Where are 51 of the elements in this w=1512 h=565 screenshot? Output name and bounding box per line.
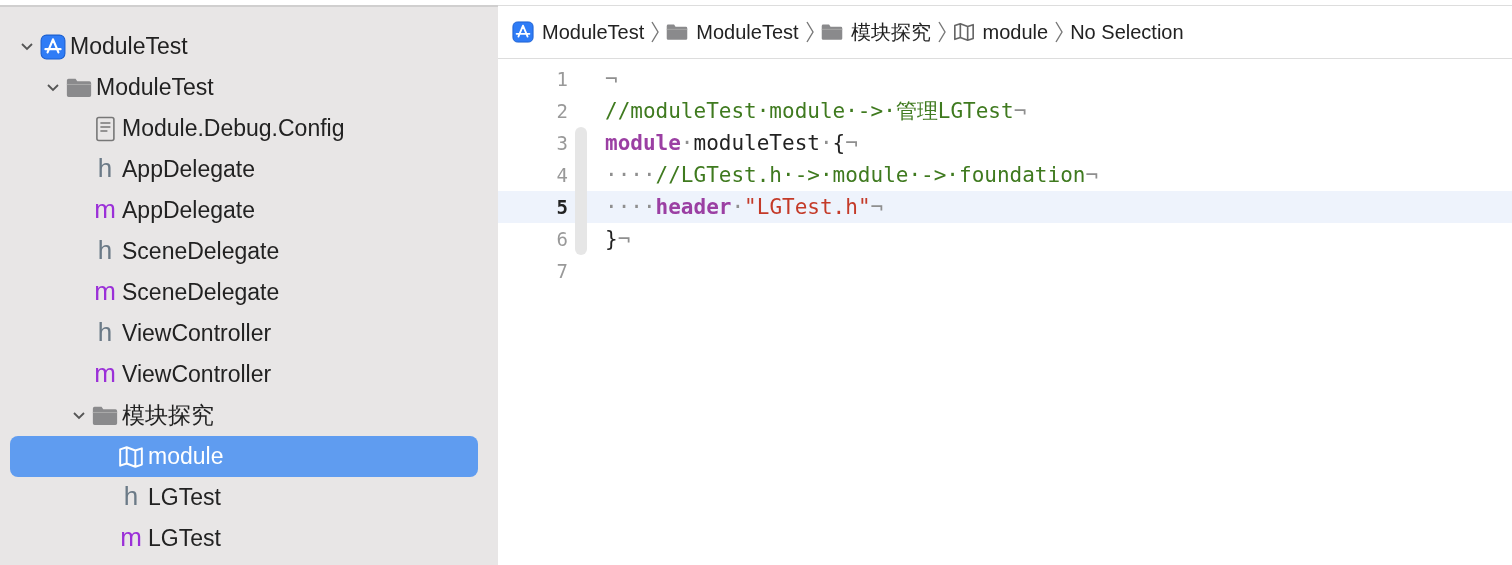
- line-number: 4: [555, 164, 568, 186]
- line-number: 3: [555, 132, 568, 154]
- navigator-row[interactable]: h AppDelegate: [10, 149, 478, 190]
- breadcrumb-separator-icon: [936, 21, 947, 43]
- header-file-icon: h: [97, 154, 113, 181]
- code-line: }¬: [605, 227, 631, 251]
- folder-icon: [66, 77, 92, 98]
- breadcrumb-item[interactable]: ModuleTest: [696, 20, 799, 44]
- header-file-icon: h: [97, 318, 113, 345]
- breadcrumb-separator-icon: [650, 21, 661, 43]
- navigator-row[interactable]: m AppDelegate: [10, 190, 478, 231]
- navigator-row[interactable]: m SceneDelegate: [10, 272, 478, 313]
- navigator-row[interactable]: h SceneDelegate: [10, 231, 478, 272]
- breadcrumb-item[interactable]: module: [982, 20, 1049, 44]
- breadcrumb-separator-icon: [1054, 21, 1065, 43]
- line-number: 6: [555, 228, 568, 250]
- line-number: 1: [555, 68, 568, 90]
- folder-icon: [92, 405, 118, 426]
- code-line: //moduleTest·module·->·管理LGTest¬: [605, 98, 1027, 125]
- navigator-row[interactable]: h ViewController: [10, 313, 478, 354]
- header-file-icon: h: [97, 236, 113, 263]
- breadcrumb-item[interactable]: ModuleTest: [542, 20, 645, 44]
- source-file-icon: m: [94, 277, 116, 304]
- map-icon: [118, 443, 144, 470]
- breadcrumb-item[interactable]: 模块探究: [850, 18, 931, 46]
- source-file-icon: m: [94, 195, 116, 222]
- code-line: ····header·"LGTest.h"¬: [605, 195, 884, 219]
- line-number: 7: [555, 260, 568, 282]
- navigator-row[interactable]: 模块探究: [10, 395, 478, 436]
- navigator-row[interactable]: m LGTest: [10, 518, 478, 559]
- document-icon: [94, 115, 116, 142]
- breadcrumb-separator-icon: [804, 21, 815, 43]
- source-file-icon: m: [120, 523, 142, 550]
- map-icon: [952, 21, 975, 43]
- app-icon: [512, 21, 534, 43]
- code-line: ¬: [605, 67, 618, 91]
- breadcrumb-item[interactable]: No Selection: [1070, 20, 1184, 44]
- line-number: 2: [555, 100, 568, 122]
- folder-icon: [666, 23, 689, 41]
- navigator-row[interactable]: ModuleTest: [10, 26, 478, 67]
- navigator-row[interactable]: Module.Debug.Config: [10, 108, 478, 149]
- code-line: ····//LGTest.h·->·module·->·foundation¬: [605, 163, 1099, 187]
- navigator-row[interactable]: ModuleTest: [10, 67, 478, 108]
- source-file-icon: m: [94, 359, 116, 386]
- folder-icon: [820, 23, 843, 41]
- app-icon: [40, 33, 66, 60]
- navigator-row[interactable]: h LGTest: [10, 477, 478, 518]
- navigator-row[interactable]: m ViewController: [10, 354, 478, 395]
- line-number: 5: [555, 196, 568, 218]
- code-line: module·moduleTest·{¬: [605, 131, 858, 155]
- header-file-icon: h: [123, 482, 139, 509]
